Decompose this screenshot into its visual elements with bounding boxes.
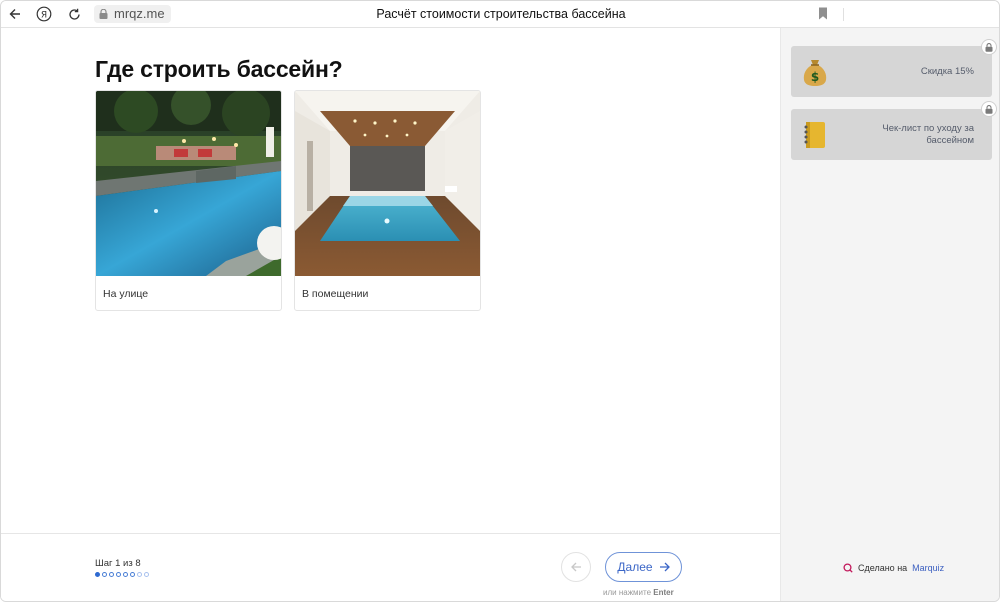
bonus-sidebar: $ Скидка 15% Чек-лист по уходу за бассей… bbox=[780, 28, 999, 601]
quiz-footer: Шаг 1 из 8 Далее или нажмите Enter bbox=[1, 533, 780, 601]
lock-icon bbox=[981, 101, 997, 117]
option-label: В помещении bbox=[302, 288, 369, 300]
notebook-icon bbox=[804, 122, 825, 148]
indoor-pool-photo bbox=[295, 91, 480, 276]
arrow-left-icon bbox=[570, 562, 581, 572]
next-button-label: Далее bbox=[617, 560, 653, 574]
made-with-prefix: Сделано на bbox=[858, 563, 908, 573]
prev-button[interactable] bbox=[561, 552, 591, 582]
step-counter: Шаг 1 из 8 bbox=[95, 558, 141, 569]
progress-dot bbox=[144, 572, 149, 577]
browser-window: Я mrqz.me Расчёт стоимости строительства… bbox=[0, 0, 1000, 602]
marquiz-logo-icon bbox=[843, 563, 853, 573]
option-card-indoor[interactable]: В помещении bbox=[294, 90, 481, 311]
progress-dot bbox=[137, 572, 142, 577]
toolbar-divider bbox=[843, 8, 844, 21]
arrow-right-icon bbox=[659, 562, 670, 572]
quiz-main: Где строить бассейн? На улице В помещени… bbox=[1, 28, 780, 601]
bookmark-icon[interactable] bbox=[818, 7, 828, 20]
hint-key: Enter bbox=[653, 588, 674, 597]
next-button[interactable]: Далее bbox=[605, 552, 682, 582]
progress-dots bbox=[95, 572, 149, 577]
progress-dot bbox=[102, 572, 107, 577]
bonus-card-checklist: Чек-лист по уходу за бассейном bbox=[791, 109, 992, 160]
made-with-marquiz-link[interactable]: Сделано на Marquiz bbox=[843, 563, 944, 573]
bonus-label: Чек-лист по уходу за бассейном bbox=[882, 122, 974, 146]
question-title: Где строить бассейн? bbox=[95, 56, 343, 82]
bonus-label: Скидка 15% bbox=[920, 65, 974, 77]
bonus-card-discount: $ Скидка 15% bbox=[791, 46, 992, 97]
progress-dot bbox=[95, 572, 100, 577]
progress-dot bbox=[130, 572, 135, 577]
progress-dot bbox=[116, 572, 121, 577]
hint-prefix: или нажмите bbox=[603, 588, 652, 597]
lock-icon bbox=[981, 39, 997, 55]
money-bag-icon: $ bbox=[803, 60, 827, 86]
page-title: Расчёт стоимости строительства бассейна bbox=[376, 7, 626, 21]
made-with-brand: Marquiz bbox=[912, 563, 945, 573]
option-label: На улице bbox=[103, 288, 149, 300]
browser-toolbar: Я mrqz.me Расчёт стоимости строительства… bbox=[1, 1, 999, 28]
svg-text:$: $ bbox=[811, 70, 819, 84]
enter-hint: или нажмите Enter bbox=[603, 588, 674, 597]
outdoor-pool-photo bbox=[96, 91, 281, 276]
progress-dot bbox=[123, 572, 128, 577]
progress-dot bbox=[109, 572, 114, 577]
option-card-outdoor[interactable]: На улице bbox=[95, 90, 282, 311]
